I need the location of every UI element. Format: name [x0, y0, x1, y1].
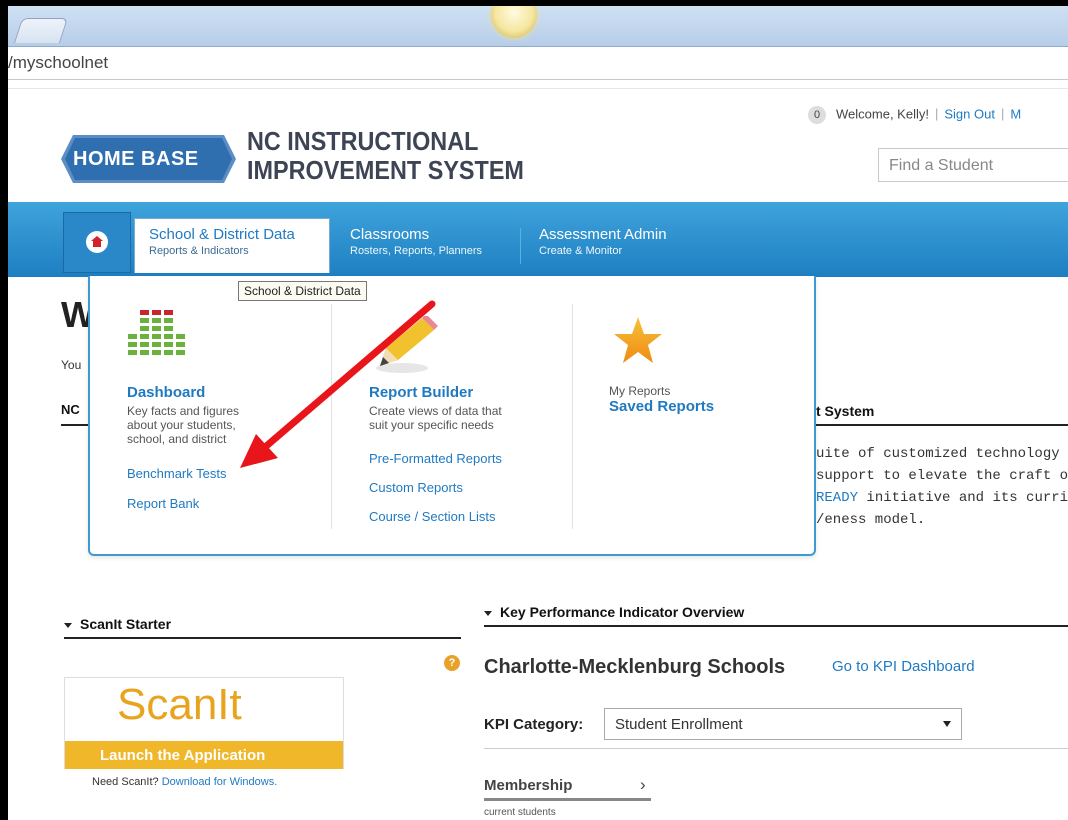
scanit-section-toggle[interactable]: ScanIt Starter	[64, 616, 171, 632]
membership-subtitle: current students	[484, 807, 556, 818]
separator: |	[1000, 106, 1005, 122]
divider	[484, 748, 1068, 749]
pre-formatted-reports-link[interactable]: Pre-Formatted Reports	[369, 451, 502, 466]
kpi-category-select[interactable]: Student Enrollment	[604, 708, 962, 740]
notification-badge[interactable]: 0	[808, 106, 826, 124]
find-student-input[interactable]: Find a Student	[878, 148, 1068, 182]
membership-underline	[484, 798, 651, 801]
home-button[interactable]	[63, 212, 131, 273]
nav-title: Assessment Admin	[539, 226, 667, 243]
report-builder-graphic	[376, 314, 438, 373]
benchmark-tests-link[interactable]: Benchmark Tests	[127, 466, 226, 481]
school-district-data-menu: Dashboard Key facts and figures about yo…	[88, 276, 816, 556]
course-section-lists-link[interactable]: Course / Section Lists	[369, 509, 495, 524]
description-line: Create views of data that	[369, 404, 502, 418]
collapse-caret-icon	[64, 622, 72, 628]
site-title-line2: IMPROVEMENT SYSTEM	[247, 155, 524, 185]
site-title: NC INSTRUCTIONAL IMPROVEMENT SYSTEM	[247, 127, 524, 185]
collapse-caret-icon	[484, 610, 492, 616]
dashboard-description: Key facts and figures about your student…	[127, 404, 317, 446]
nav-tooltip: School & District Data	[238, 281, 367, 301]
house-shape	[91, 236, 103, 247]
report-builder-description: Create views of data that suit your spec…	[369, 404, 559, 432]
saved-reports-star	[614, 317, 662, 363]
browser-tab[interactable]	[13, 18, 69, 43]
chevron-right-icon[interactable]: ›	[640, 775, 646, 795]
star-icon	[613, 316, 663, 371]
description-line: school, and district	[127, 432, 227, 446]
intro-text: You	[61, 358, 82, 372]
column-divider	[572, 304, 573, 529]
report-bank-link[interactable]: Report Bank	[127, 496, 199, 511]
description-line: /eness model.	[816, 512, 926, 528]
home-icon	[86, 231, 108, 253]
scanit-section-title: ScanIt Starter	[80, 616, 172, 632]
dashboard-heading[interactable]: Dashboard	[127, 384, 317, 401]
report-builder-column: Report Builder Create views of data that…	[369, 384, 559, 432]
separator: |	[934, 106, 939, 122]
dashboard-column: Dashboard Key facts and figures about yo…	[127, 384, 317, 446]
ready-link[interactable]: READY	[816, 490, 858, 506]
kpi-dashboard-link[interactable]: Go to KPI Dashboard	[832, 658, 975, 675]
sign-out-link[interactable]: Sign Out	[944, 106, 995, 121]
user-bar: 0 Welcome, Kelly! | Sign Out | M	[808, 106, 1021, 124]
dashboard-bars-graphic	[128, 310, 185, 355]
address-url[interactable]: /myschoolnet	[8, 53, 108, 73]
description-line: about your students,	[127, 418, 236, 432]
divider	[8, 88, 1068, 89]
nav-subtitle: Rosters, Reports, Planners	[350, 245, 483, 257]
custom-reports-link[interactable]: Custom Reports	[369, 480, 463, 495]
download-note: Need ScanIt? Download for Windows.	[92, 776, 277, 788]
description-line-ready: READY initiative and its curricul	[816, 487, 1068, 509]
dropdown-arrow-icon	[943, 721, 951, 727]
section-rule	[64, 637, 461, 639]
description-line: suit your specific needs	[369, 418, 494, 432]
browser-window: /myschoolnet HOME BASE NC INSTRUCTIONAL …	[8, 6, 1068, 820]
kpi-section-title: Key Performance Indicator Overview	[500, 604, 745, 620]
site-title-line1: NC INSTRUCTIONAL	[247, 126, 479, 156]
nav-divider	[520, 228, 521, 264]
saved-reports-column: My Reports Saved Reports	[609, 384, 799, 415]
more-link[interactable]: M	[1010, 106, 1021, 121]
nav-title: School & District Data	[149, 226, 295, 243]
kpi-section-toggle[interactable]: Key Performance Indicator Overview	[484, 604, 744, 620]
pencil-icon	[372, 314, 442, 381]
description-line: Key facts and figures	[127, 404, 240, 418]
logo-text: HOME BASE	[73, 148, 199, 170]
nc-section-heading: NC	[61, 402, 80, 417]
nav-title: Classrooms	[350, 226, 430, 243]
kpi-category-value: Student Enrollment	[615, 716, 743, 733]
column-divider	[331, 304, 332, 529]
need-scanit-text: Need ScanIt?	[92, 776, 159, 788]
membership-tab[interactable]: Membership	[484, 777, 572, 794]
nav-subtitle: Create & Monitor	[539, 245, 623, 257]
launch-application-button[interactable]: Launch the Application	[65, 741, 343, 769]
my-reports-label: My Reports	[609, 384, 671, 398]
report-builder-heading[interactable]: Report Builder	[369, 384, 559, 401]
description-line: uite of customized technology to	[816, 446, 1068, 462]
launch-label: Launch the Application	[100, 747, 266, 764]
description-text: initiative and its curricul	[866, 490, 1068, 506]
nav-school-district-data[interactable]: School & District Data Reports & Indicat…	[134, 218, 330, 273]
welcome-text: Welcome, Kelly!	[836, 106, 929, 122]
saved-reports-heading[interactable]: Saved Reports	[609, 398, 799, 415]
bar-chart-icon	[127, 310, 189, 377]
district-name: Charlotte-Mecklenburg Schools	[484, 656, 786, 678]
download-windows-link[interactable]: Download for Windows.	[162, 776, 278, 788]
system-description: uite of customized technology to support…	[816, 443, 1068, 531]
main-nav: School & District Data Reports & Indicat…	[8, 202, 1068, 277]
scanit-logo-text: ScanIt	[117, 680, 242, 729]
section-rule	[484, 625, 1068, 627]
kpi-category-label: KPI Category:	[484, 716, 584, 733]
home-base-logo[interactable]: HOME BASE	[61, 135, 236, 183]
address-bar[interactable]: /myschoolnet	[8, 47, 1068, 80]
help-icon[interactable]: ?	[444, 655, 460, 671]
browser-orb-icon	[491, 6, 537, 38]
description-line: support to elevate the craft of e	[816, 468, 1068, 484]
browser-tab-bar	[8, 6, 1068, 47]
system-heading: t System	[816, 403, 875, 419]
nav-subtitle: Reports & Indicators	[149, 245, 249, 257]
scanit-launch-tile[interactable]: ScanIt Launch the Application	[64, 677, 344, 769]
